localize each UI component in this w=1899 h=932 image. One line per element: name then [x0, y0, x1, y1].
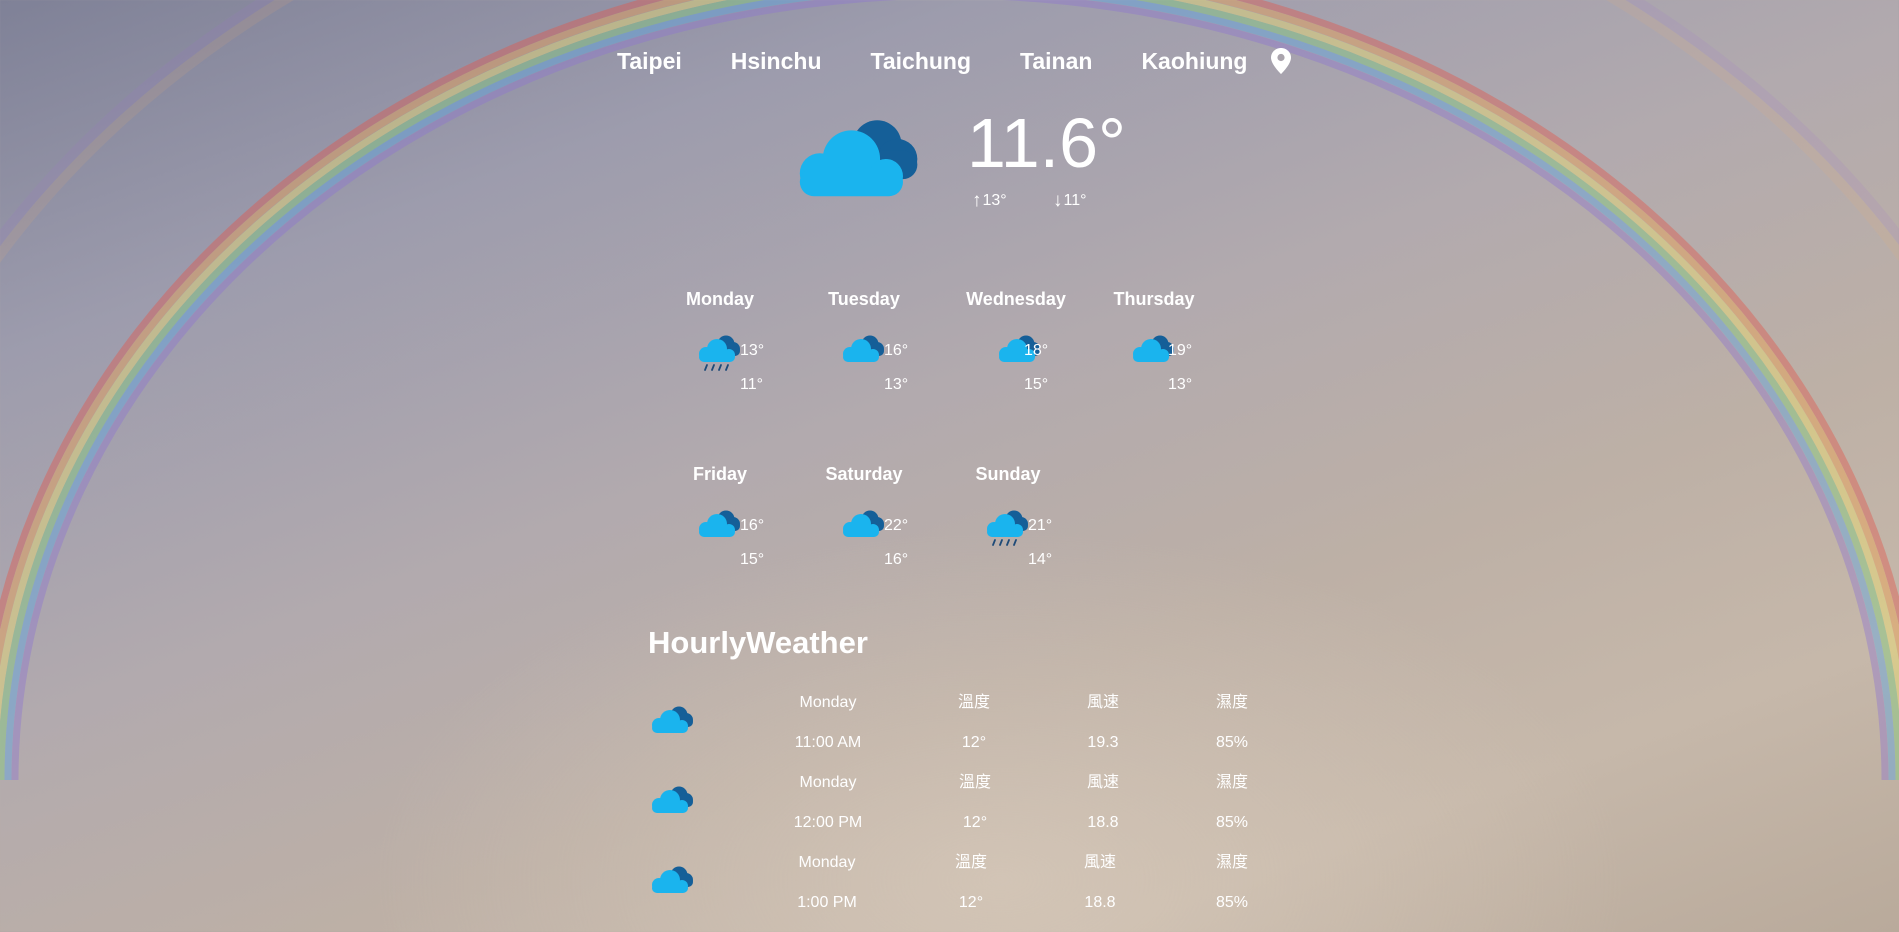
nav-city-tainan[interactable]: Tainan [1020, 46, 1092, 76]
hourly-wind: 19.3 [1087, 734, 1119, 751]
forecast-high: 18° [1024, 342, 1049, 359]
cloudy-icon [699, 510, 740, 537]
forecast-day: Friday 16° 15° [660, 463, 780, 593]
hourly-humidity: 85% [1215, 814, 1249, 831]
forecast-day-name: Sunday [975, 464, 1041, 484]
nav-city-kaohiung[interactable]: Kaohiung [1141, 46, 1247, 76]
forecast-day-name: Saturday [825, 464, 903, 484]
hourly-row: Monday 11:00 AM 溫度 12° 風速 19.3 濕度 85% [648, 693, 1268, 773]
hourly-humidity: 85% [1215, 734, 1249, 751]
forecast-high: 16° [884, 342, 909, 359]
hourly-temp: 12° [958, 894, 984, 911]
hourly-wind: 18.8 [1087, 814, 1119, 831]
forecast-high: 21° [1028, 517, 1053, 534]
forecast-day: Wednesday 18° 15° [960, 288, 1080, 418]
forecast-day: Tuesday 16° 13° [804, 288, 924, 418]
hourly-wind-label: 風速 [1083, 854, 1116, 871]
forecast-low: 13° [1168, 376, 1193, 393]
hourly-day: Monday [799, 694, 857, 711]
hourly-wind-label: 風速 [1086, 774, 1119, 791]
hourly-wind-label: 風速 [1086, 694, 1119, 711]
map-pin-icon[interactable] [1271, 48, 1292, 74]
hourly-temp: 12° [962, 814, 988, 831]
hourly-time: 1:00 PM [797, 894, 857, 911]
current-low-value: 11° [1063, 192, 1087, 209]
hourly-wind: 18.8 [1084, 894, 1116, 911]
hourly-row: Monday 12:00 PM 溫度 12° 風速 18.8 濕度 85% [648, 773, 1268, 853]
hourly-time: 11:00 AM [794, 734, 862, 751]
forecast-day-name: Friday [692, 464, 748, 484]
rain-cloud-icon [699, 335, 740, 371]
forecast-day-name: Wednesday [966, 289, 1066, 309]
hourly-humidity: 85% [1215, 894, 1249, 911]
hourly-temp: 12° [961, 734, 987, 751]
forecast-high: 13° [740, 342, 765, 359]
current-high: ↑ 13° [972, 190, 1007, 211]
current-low: ↓ 11° [1053, 190, 1087, 211]
hourly-row: Monday 1:00 PM 溫度 12° 風速 18.8 濕度 85% [648, 853, 1268, 932]
forecast-day: Monday 13° 11° [660, 288, 780, 418]
forecast-low: 15° [740, 551, 765, 568]
hourly-temp-label: 溫度 [954, 854, 987, 871]
arrow-up-icon: ↑ [972, 190, 982, 211]
forecast-day: Thursday 19° 13° [1094, 288, 1214, 418]
forecast-day-name: Monday [685, 289, 754, 309]
hourly-temp-label: 溫度 [957, 694, 990, 711]
forecast-high: 22° [884, 517, 909, 534]
cloudy-icon [843, 335, 884, 362]
hourly-humidity-label: 濕度 [1215, 694, 1248, 711]
cloudy-icon [652, 786, 693, 813]
cloudy-icon [652, 866, 693, 893]
hourly-time: 12:00 PM [793, 814, 863, 831]
hourly-day: Monday [799, 774, 857, 791]
cloudy-icon [799, 120, 918, 197]
hourly-day: Monday [798, 854, 856, 871]
hourly-humidity-label: 濕度 [1215, 854, 1248, 871]
hourly-humidity-label: 濕度 [1215, 774, 1248, 791]
forecast-low: 13° [884, 376, 909, 393]
current-temperature: 11.6° [967, 104, 1127, 182]
city-nav: Taipei Hsinchu Taichung Tainan Kaohiung [617, 46, 1292, 76]
arrow-down-icon: ↓ [1053, 190, 1063, 211]
forecast-day: Saturday 22° 16° [804, 463, 924, 593]
forecast-high: 16° [740, 517, 765, 534]
forecast-day-name: Tuesday [828, 289, 900, 309]
weather-app: Taipei Hsinchu Taichung Tainan Kaohiung … [0, 0, 1899, 932]
nav-city-taipei[interactable]: Taipei [617, 46, 682, 76]
hourly-temp-label: 溫度 [958, 774, 991, 791]
hourly-title: HourlyWeather [648, 625, 868, 660]
forecast-low: 16° [884, 551, 909, 568]
forecast-high: 19° [1168, 342, 1193, 359]
cloudy-icon [652, 706, 693, 733]
forecast-day: Sunday 21° 14° [948, 463, 1068, 593]
forecast-low: 14° [1028, 551, 1053, 568]
forecast-day-name: Thursday [1113, 289, 1195, 309]
cloudy-icon [843, 510, 884, 537]
current-high-value: 13° [982, 192, 1007, 209]
nav-city-taichung[interactable]: Taichung [871, 46, 972, 76]
forecast-low: 11° [740, 376, 764, 393]
forecast-low: 15° [1024, 376, 1049, 393]
nav-city-hsinchu[interactable]: Hsinchu [731, 46, 822, 76]
rain-cloud-icon [987, 510, 1028, 546]
